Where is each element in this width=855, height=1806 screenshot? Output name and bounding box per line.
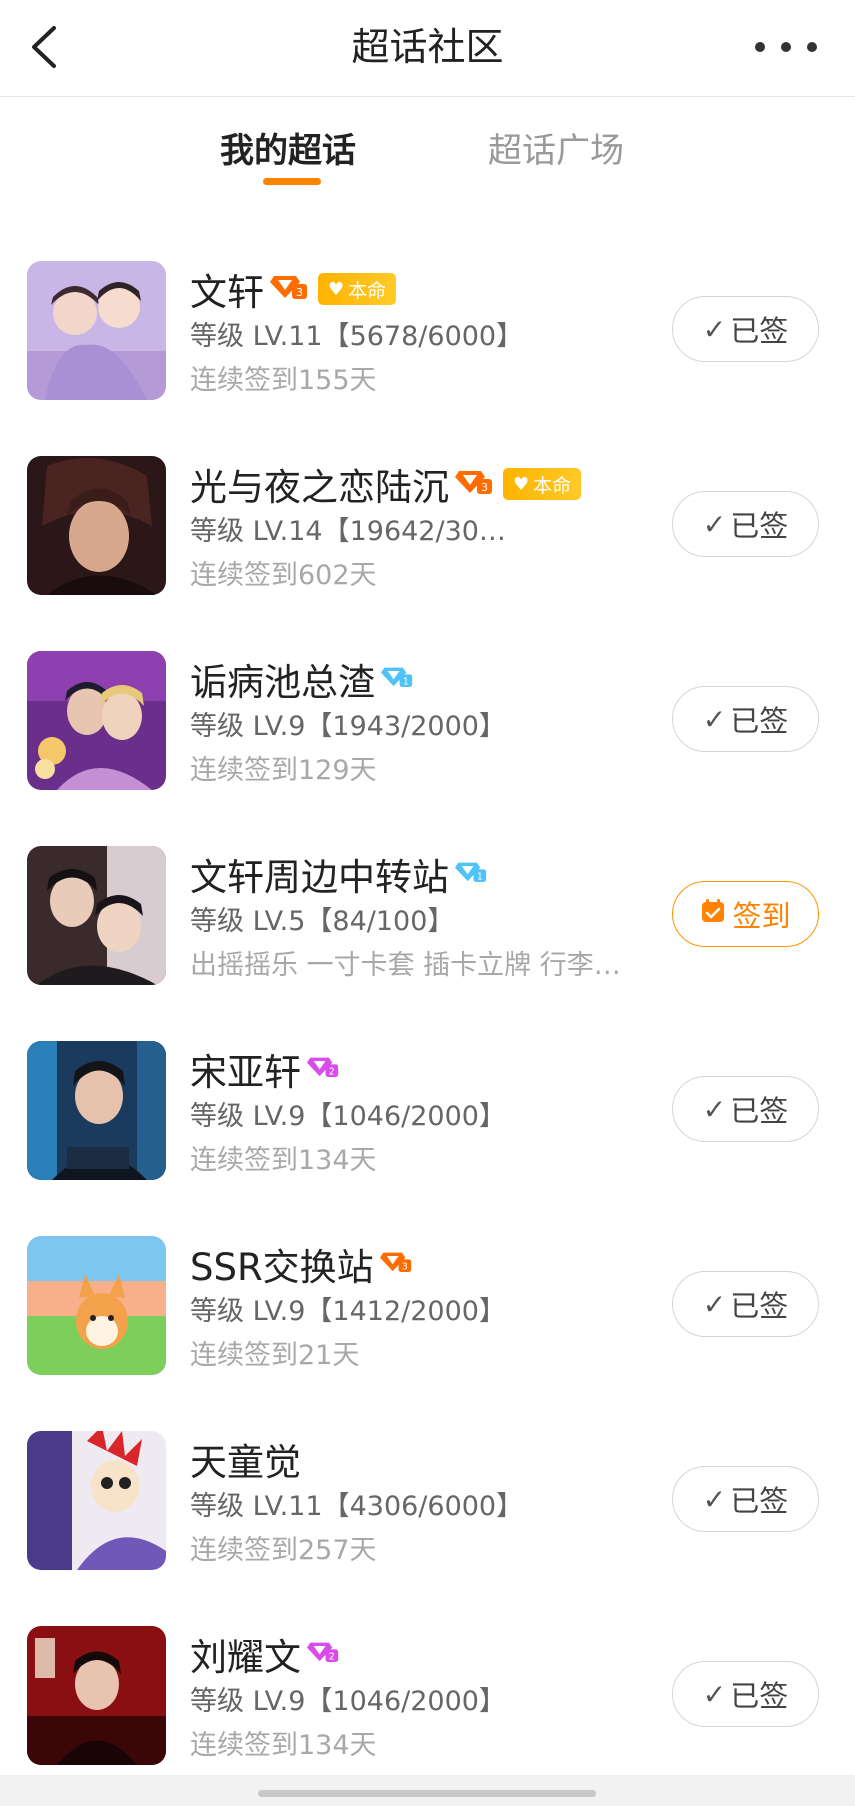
community-name: 刘耀文: [190, 1636, 301, 1679]
list-item[interactable]: 天童觉 等级 LV.11【4306/6000】 连续签到257天 ✓ 已签: [0, 1387, 855, 1582]
community-avatar[interactable]: [27, 456, 166, 595]
community-name-row: 文轩 3 ♥ 本命: [190, 261, 397, 317]
checkin-streak: 连续签到21天: [190, 1340, 360, 1371]
community-level: 等级 LV.5【84/100】: [190, 906, 455, 937]
community-level: 等级 LV.9【1046/2000】: [190, 1686, 506, 1717]
svg-text:2: 2: [329, 1066, 335, 1077]
community-name-row: 诟病池总渣 1: [190, 651, 413, 707]
community-level: 等级 LV.9【1412/2000】: [190, 1296, 506, 1327]
community-level: 等级 LV.11【4306/6000】: [190, 1491, 524, 1522]
svg-text:3: 3: [402, 1261, 408, 1272]
signed-button[interactable]: ✓ 已签: [672, 1661, 819, 1727]
community-name: 诟病池总渣: [190, 661, 375, 704]
community-name: 天童觉: [190, 1441, 301, 1484]
signed-button[interactable]: ✓ 已签: [672, 1271, 819, 1337]
community-name-row: 文轩周边中转站 1: [190, 846, 487, 902]
community-level: 等级 LV.9【1943/2000】: [190, 711, 506, 742]
calendar-check-icon: [700, 897, 726, 931]
community-avatar[interactable]: [27, 1236, 166, 1375]
community-name-row: 天童觉: [190, 1431, 301, 1487]
list-item[interactable]: 文轩 3 ♥ 本命 等级 LV.11【5678/6000】 连续签到155天 ✓ 已…: [0, 217, 855, 412]
check-icon: ✓: [702, 1092, 727, 1126]
community-name-row: 刘耀文 2: [190, 1626, 339, 1682]
checkin-streak: 连续签到134天: [190, 1145, 377, 1176]
blue-diamond-icon: 1: [455, 853, 487, 896]
community-avatar[interactable]: [27, 651, 166, 790]
community-level: 等级 LV.9【1046/2000】: [190, 1101, 506, 1132]
list-item[interactable]: 诟病池总渣 1 等级 LV.9【1943/2000】 连续签到129天 ✓ 已签: [0, 607, 855, 802]
heart-icon: ♥: [513, 473, 530, 495]
signed-button[interactable]: ✓ 已签: [672, 296, 819, 362]
check-in-button[interactable]: 签到: [672, 881, 819, 947]
tab-bar: 我的超话 超话广场: [0, 98, 855, 208]
community-name: SSR交换站: [190, 1246, 374, 1289]
community-name-row: SSR交换站 3: [190, 1236, 412, 1292]
community-description: 出摇摇乐 一寸卡套 插卡立牌 行李…: [190, 950, 621, 981]
community-avatar[interactable]: [27, 1431, 166, 1570]
tab-supertopic-square[interactable]: 超话广场: [488, 128, 624, 174]
list-item[interactable]: 刘耀文 2 等级 LV.9【1046/2000】 连续签到134天 ✓ 已签: [0, 1582, 855, 1777]
benming-badge: ♥ 本命: [318, 273, 397, 305]
svg-text:2: 2: [329, 1651, 335, 1662]
signed-button[interactable]: ✓ 已签: [672, 1466, 819, 1532]
community-name-row: 宋亚轩 2: [190, 1041, 339, 1097]
orange-diamond-icon: 3: [379, 1243, 412, 1286]
more-options-icon[interactable]: [755, 30, 817, 64]
list-item[interactable]: 光与夜之恋陆沉 3 ♥ 本命 等级 LV.14【19642/30… 连续签到602…: [0, 412, 855, 607]
top-nav-bar: 超话社区: [0, 0, 855, 97]
svg-text:3: 3: [296, 286, 303, 299]
signed-button[interactable]: ✓ 已签: [672, 686, 819, 752]
checkin-streak: 连续签到257天: [190, 1535, 377, 1566]
community-avatar[interactable]: [27, 261, 166, 400]
community-avatar[interactable]: [27, 846, 166, 985]
page-title: 超话社区: [351, 25, 504, 69]
home-indicator[interactable]: [258, 1790, 596, 1797]
community-name: 光与夜之恋陆沉: [190, 466, 449, 509]
list-item[interactable]: 宋亚轩 2 等级 LV.9【1046/2000】 连续签到134天 ✓ 已签: [0, 997, 855, 1192]
community-level: 等级 LV.14【19642/30…: [190, 516, 506, 547]
check-icon: ✓: [702, 702, 727, 736]
svg-text:1: 1: [403, 676, 409, 687]
community-name-row: 光与夜之恋陆沉 3 ♥ 本命: [190, 456, 582, 512]
check-icon: ✓: [702, 312, 727, 346]
list-item[interactable]: SSR交换站 3 等级 LV.9【1412/2000】 连续签到21天 ✓ 已签: [0, 1192, 855, 1387]
signed-button[interactable]: ✓ 已签: [672, 1076, 819, 1142]
community-avatar[interactable]: [27, 1626, 166, 1765]
check-icon: ✓: [702, 1677, 727, 1711]
active-tab-indicator: [263, 178, 321, 185]
checkin-streak: 连续签到602天: [190, 560, 377, 591]
check-icon: ✓: [702, 1287, 727, 1321]
community-name: 文轩: [190, 271, 264, 314]
orange-diamond-icon: 3: [455, 463, 493, 506]
checkin-streak: 连续签到155天: [190, 365, 377, 396]
community-avatar[interactable]: [27, 1041, 166, 1180]
svg-text:3: 3: [481, 481, 488, 494]
check-icon: ✓: [702, 1482, 727, 1516]
benming-badge: ♥ 本命: [503, 468, 582, 500]
checkin-streak: 连续签到129天: [190, 755, 377, 786]
svg-text:1: 1: [477, 871, 483, 882]
check-icon: ✓: [702, 507, 727, 541]
community-name: 文轩周边中转站: [190, 856, 449, 899]
blue-diamond-icon: 1: [381, 658, 413, 701]
checkin-streak: 连续签到134天: [190, 1730, 377, 1761]
heart-icon: ♥: [328, 278, 345, 300]
community-level: 等级 LV.11【5678/6000】: [190, 321, 524, 352]
purple-diamond-icon: 2: [307, 1048, 339, 1091]
purple-diamond-icon: 2: [307, 1633, 339, 1676]
orange-diamond-icon: 3: [270, 268, 308, 311]
tab-my-supertopics[interactable]: 我的超话: [220, 128, 356, 174]
community-name: 宋亚轩: [190, 1051, 301, 1094]
list-item[interactable]: 文轩周边中转站 1 等级 LV.5【84/100】 出摇摇乐 一寸卡套 插卡立牌…: [0, 802, 855, 997]
signed-button[interactable]: ✓ 已签: [672, 491, 819, 557]
